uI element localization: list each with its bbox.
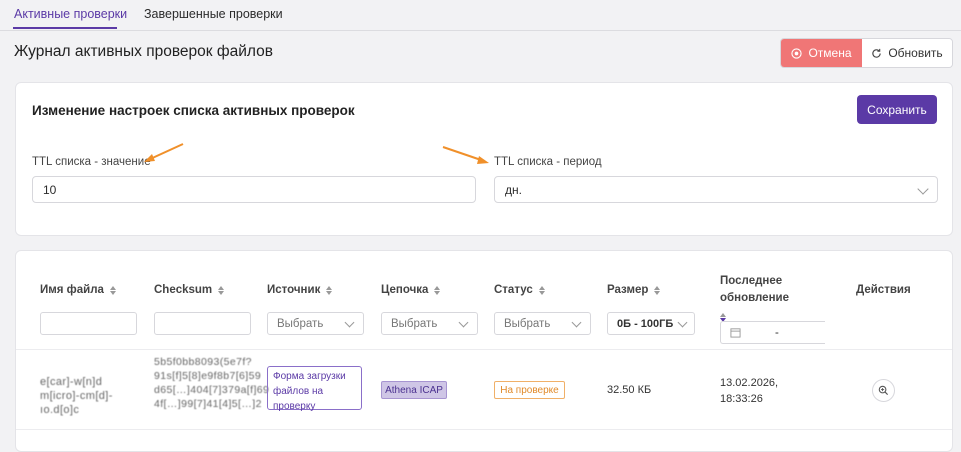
checks-table: Имя файла Checksum Источник Цепочка Стат… (15, 250, 953, 452)
sort-icon (654, 285, 661, 295)
sort-icon (434, 285, 441, 295)
header-divider (16, 349, 952, 350)
column-header-filename[interactable]: Имя файла (40, 284, 116, 296)
column-header-status[interactable]: Статус (494, 284, 545, 296)
sort-icon (326, 285, 333, 295)
calendar-icon (730, 328, 741, 338)
column-header-chain[interactable]: Цепочка (381, 284, 441, 296)
filename-filter-input[interactable] (40, 312, 137, 335)
column-header-checksum[interactable]: Checksum (154, 284, 225, 296)
row-updated: 13.02.2026, 18:33:26 (720, 377, 779, 405)
column-header-actions: Действия (856, 284, 911, 296)
source-filter-select[interactable]: Выбрать (267, 312, 364, 335)
source-badge: Форма загрузки файлов на проверку (267, 366, 362, 412)
sort-icon (109, 285, 116, 295)
chevron-down-icon (571, 317, 582, 328)
arrow-icon (442, 146, 489, 164)
row-checksum: 5b5f0bb8093(5e7f? 91s[f]5[8]e9f8b7[6]59 … (154, 356, 270, 410)
checksum-filter-input[interactable] (154, 312, 251, 335)
column-header-updated[interactable]: Последнее обновление (720, 273, 812, 322)
date-range-filter[interactable]: - (720, 321, 825, 344)
view-details-button[interactable] (872, 379, 895, 402)
date-separator: - (775, 326, 779, 339)
row-size: 32.50 КБ (607, 384, 652, 396)
size-range-filter[interactable]: 0Б - 100ГБ (607, 312, 695, 335)
chain-badge: Athena ICAP (381, 381, 447, 399)
chevron-down-icon (344, 317, 355, 328)
row-filename: e[car]-w[n]d m[icro]-cm[d]-ıo.d[o]c (40, 376, 113, 416)
chevron-down-icon (458, 317, 469, 328)
zoom-in-icon (878, 385, 889, 396)
chain-filter-select[interactable]: Выбрать (381, 312, 478, 335)
arrow-icon (144, 143, 184, 162)
sort-icon (218, 285, 225, 295)
status-filter-select[interactable]: Выбрать (494, 312, 591, 335)
row-divider (16, 429, 952, 430)
column-header-source[interactable]: Источник (267, 284, 333, 296)
chevron-down-icon (677, 317, 688, 328)
status-badge: На проверке (494, 381, 565, 399)
column-header-size[interactable]: Размер (607, 284, 661, 296)
sort-icon (538, 285, 545, 295)
